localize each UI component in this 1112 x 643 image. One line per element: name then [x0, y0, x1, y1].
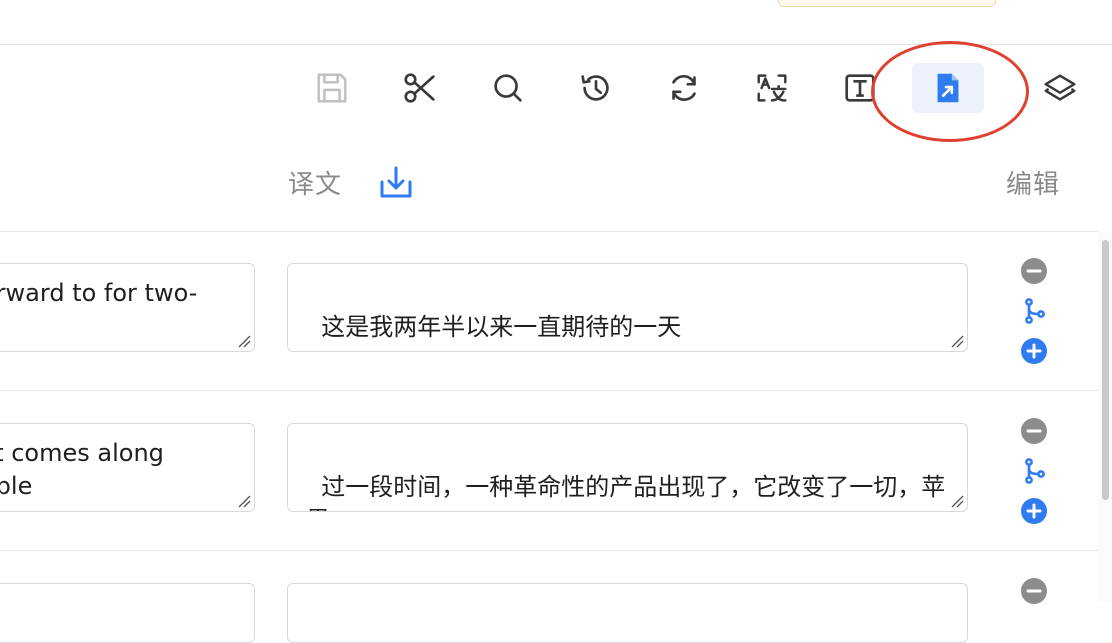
source-text: orward to for two-	[0, 279, 198, 307]
vertical-scrollbar[interactable]	[1098, 232, 1112, 602]
plus-circle-icon	[1021, 338, 1047, 364]
resize-handle-icon[interactable]	[237, 334, 251, 348]
download-translation-button[interactable]	[376, 162, 416, 202]
export-file-icon	[937, 73, 959, 103]
remove-row-button[interactable]	[1020, 417, 1048, 445]
target-text-area[interactable]	[287, 583, 968, 643]
translate-icon	[757, 74, 787, 102]
target-text-area[interactable]: 过一段时间，一种革命性的产品出现了，它改变了一切，苹果	[287, 423, 968, 512]
translate-button[interactable]	[736, 63, 808, 113]
branch-icon	[1025, 298, 1045, 324]
history-button[interactable]	[560, 63, 632, 113]
refresh-button[interactable]	[648, 63, 720, 113]
source-text-area[interactable]: orward to for two-	[0, 263, 255, 352]
resize-handle-icon[interactable]	[950, 334, 964, 348]
header-divider	[0, 231, 1098, 232]
refresh-icon	[672, 75, 696, 101]
split-row-button[interactable]	[1020, 297, 1048, 325]
history-icon	[581, 75, 609, 101]
target-text: 过一段时间，一种革命性的产品出现了，它改变了一切，苹果	[306, 473, 946, 511]
source-text-area[interactable]: ct comes along ople	[0, 423, 255, 512]
edit-column-header: 编辑	[1006, 170, 1061, 200]
text-box-button[interactable]	[824, 63, 896, 113]
save-icon	[317, 73, 347, 103]
branch-icon	[1025, 458, 1045, 484]
add-row-button[interactable]	[1020, 337, 1048, 365]
resize-handle-icon[interactable]	[950, 494, 964, 508]
remove-row-button[interactable]	[1020, 577, 1048, 605]
translation-column-header: 译文	[288, 170, 343, 200]
layers-icon	[1044, 74, 1076, 101]
plus-circle-icon	[1021, 498, 1047, 524]
download-icon	[380, 166, 412, 198]
layers-button[interactable]	[1024, 63, 1096, 113]
save-button[interactable]	[296, 63, 368, 113]
export-file-button[interactable]	[912, 63, 984, 113]
resize-handle-icon[interactable]	[237, 494, 251, 508]
target-text: 这是我两年半以来一直期待的一天	[321, 313, 682, 341]
remove-row-button[interactable]	[1020, 257, 1048, 285]
text-box-icon	[845, 74, 875, 102]
minus-circle-icon	[1021, 418, 1047, 444]
row-divider	[0, 390, 1098, 391]
search-button[interactable]	[472, 63, 544, 113]
cut-button[interactable]	[384, 63, 456, 113]
source-text-area[interactable]	[0, 583, 255, 643]
scrollbar-thumb[interactable]	[1102, 240, 1109, 500]
add-row-button[interactable]	[1020, 497, 1048, 525]
minus-circle-icon	[1021, 578, 1047, 604]
minus-circle-icon	[1021, 258, 1047, 284]
top-notice-banner	[778, 0, 996, 7]
scissors-icon	[404, 73, 435, 103]
source-text: ct comes along ople	[0, 439, 164, 500]
search-icon	[494, 74, 522, 102]
row-divider	[0, 550, 1098, 551]
target-text-area[interactable]: 这是我两年半以来一直期待的一天	[287, 263, 968, 352]
top-divider	[0, 44, 1112, 45]
split-row-button[interactable]	[1020, 457, 1048, 485]
